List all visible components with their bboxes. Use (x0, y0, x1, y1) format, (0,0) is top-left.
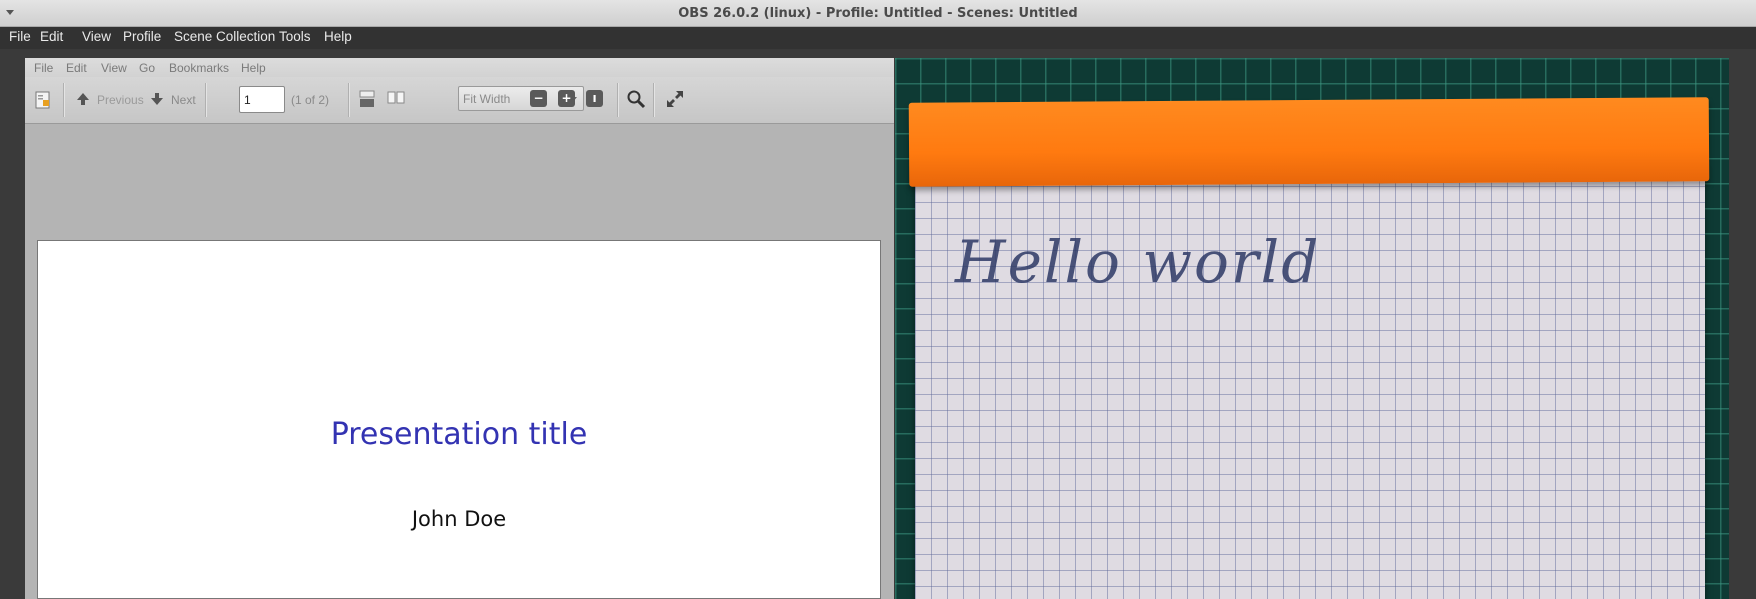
toolbar-separator (63, 83, 64, 117)
zoom-in-button[interactable]: + (558, 90, 575, 107)
toolbar-separator (205, 83, 206, 117)
menu-edit[interactable]: Edit (40, 29, 63, 44)
pdf-menu-help[interactable]: Help (241, 61, 266, 75)
toolbar-separator (348, 83, 349, 117)
pdf-menu-go[interactable]: Go (139, 61, 155, 75)
sidebar-toggle-icon[interactable] (35, 91, 51, 113)
fullscreen-icon[interactable] (665, 89, 685, 113)
zoom-select-value: Fit Width (463, 92, 511, 106)
presentation-mode-icon[interactable] (359, 90, 375, 112)
page-count: (1 of 2) (291, 93, 330, 107)
toolbar-separator (617, 83, 618, 117)
pdf-menu-file[interactable]: File (34, 61, 53, 75)
handwritten-text: Hello world (955, 228, 1321, 296)
arrow-down-icon[interactable] (149, 91, 165, 111)
pdf-viewer-source: File Edit View Go Bookmarks Help Previou… (25, 58, 894, 599)
menu-view[interactable]: View (82, 29, 111, 44)
search-icon[interactable] (626, 89, 646, 113)
menu-scene-collection[interactable]: Scene Collection (174, 29, 275, 44)
zoom-reset-button[interactable]: ı (586, 90, 603, 107)
previous-button[interactable]: Previous (97, 93, 144, 107)
pdf-menu-view[interactable]: View (101, 61, 127, 75)
menu-profile[interactable]: Profile (123, 29, 161, 44)
menu-help[interactable]: Help (324, 29, 352, 44)
pdf-menu-bookmarks[interactable]: Bookmarks (169, 61, 229, 75)
arrow-up-icon[interactable] (75, 91, 91, 111)
zoom-out-button[interactable]: − (530, 90, 547, 107)
pdf-page: Presentation title John Doe (37, 240, 881, 599)
presentation-author: John Doe (411, 507, 507, 531)
pdf-toolbar: Previous Next (1 of 2) Fit Width − + ı (25, 77, 894, 124)
page-number-input[interactable] (239, 86, 285, 113)
window-titlebar: OBS 26.0.2 (linux) - Profile: Untitled -… (0, 0, 1756, 27)
dual-page-icon[interactable] (387, 90, 405, 110)
window-title: OBS 26.0.2 (linux) - Profile: Untitled -… (678, 6, 1078, 21)
pdf-menubar: File Edit View Go Bookmarks Help (25, 58, 894, 77)
toolbar-separator (653, 83, 654, 117)
presentation-title: Presentation title (330, 417, 588, 452)
pdf-menu-edit[interactable]: Edit (66, 61, 87, 75)
camera-source: Hello world (895, 58, 1729, 599)
obs-menubar: File Edit View Profile Scene Collection … (0, 27, 1756, 49)
next-button[interactable]: Next (171, 93, 196, 107)
menu-file[interactable]: File (9, 29, 31, 44)
menu-tools[interactable]: Tools (279, 29, 311, 44)
notepad-binding (908, 97, 1710, 187)
